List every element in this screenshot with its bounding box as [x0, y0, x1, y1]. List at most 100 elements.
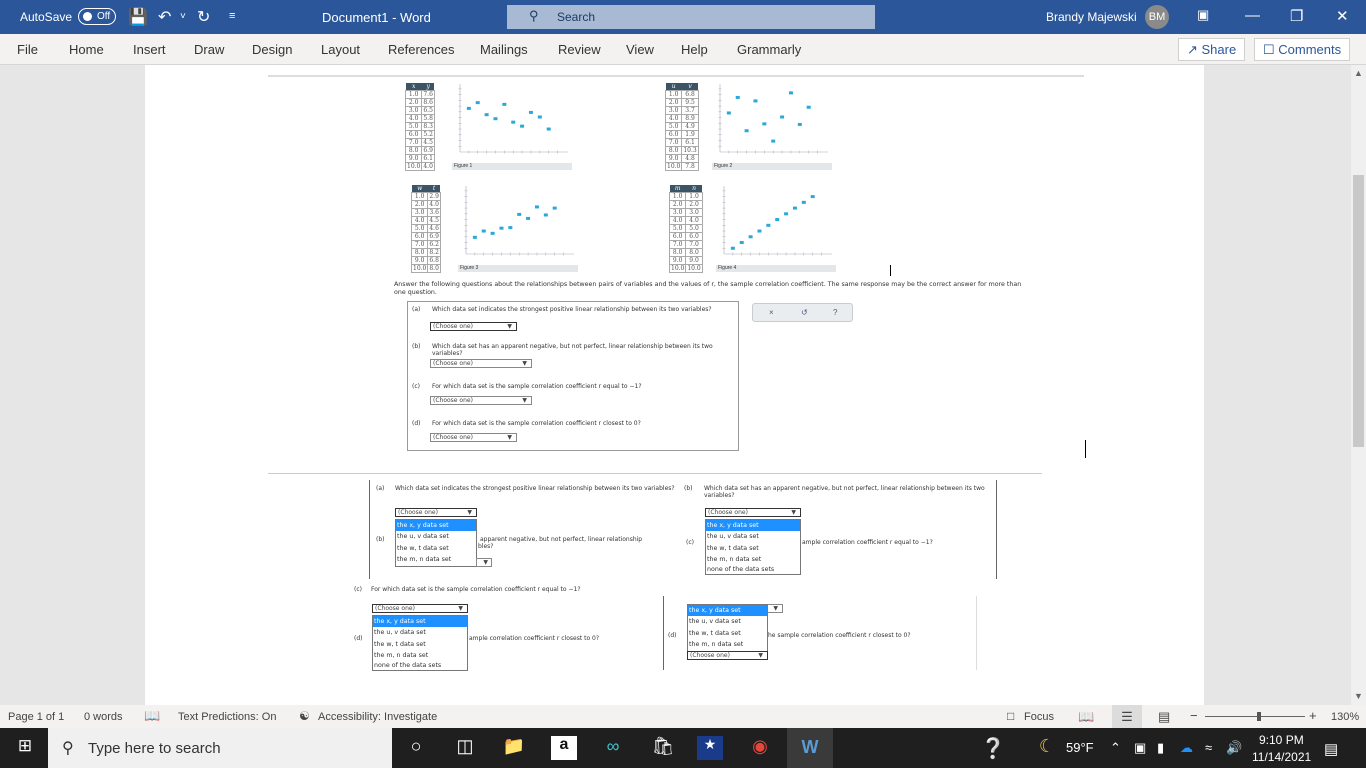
tab-view[interactable]: View: [626, 42, 654, 57]
answer-select-d[interactable]: (Choose one) ▼: [430, 433, 517, 442]
answer-select-c-open[interactable]: (Choose one) ▼: [372, 604, 468, 613]
answer-select-b-hidden[interactable]: ▼: [476, 558, 492, 567]
comments-button[interactable]: ☐ Comments: [1254, 38, 1351, 61]
answer-select-a-open[interactable]: (Choose one) ▼: [395, 508, 477, 517]
minimize-icon[interactable]: —: [1245, 7, 1260, 24]
focus-button[interactable]: Focus: [1024, 711, 1054, 723]
answer-select-d-open[interactable]: (Choose one) ▼: [687, 651, 768, 660]
zoom-out-icon[interactable]: −: [1190, 708, 1198, 723]
amazon-icon[interactable]: a: [551, 736, 577, 760]
option[interactable]: the x, y data set: [706, 520, 800, 532]
tab-insert[interactable]: Insert: [133, 42, 166, 57]
tab-review[interactable]: Review: [558, 42, 601, 57]
web-layout-icon[interactable]: ▤: [1158, 709, 1170, 725]
file-explorer-icon[interactable]: 📁: [501, 736, 527, 760]
help-tray-icon[interactable]: ❔: [980, 736, 1006, 760]
autosave-toggle[interactable]: Off: [78, 8, 116, 25]
tab-file[interactable]: File: [17, 42, 38, 57]
word-count[interactable]: 0 words: [84, 711, 123, 723]
data-point: [511, 120, 516, 124]
answer-select-b[interactable]: (Choose one) ▼: [430, 359, 532, 368]
tab-mailings[interactable]: Mailings: [480, 42, 528, 57]
option[interactable]: the x, y data set: [688, 605, 767, 617]
option[interactable]: the m, n data set: [396, 554, 476, 565]
zoom-level[interactable]: 130%: [1331, 711, 1359, 723]
battery-icon[interactable]: ▮: [1157, 740, 1164, 756]
zoom-in-icon[interactable]: +: [1309, 708, 1317, 723]
cortana-icon[interactable]: ○: [403, 736, 429, 760]
weather-temp[interactable]: 59°F: [1066, 740, 1094, 755]
help-button[interactable]: ?: [833, 308, 837, 317]
answer-select-a[interactable]: (Choose one) ▼: [430, 322, 517, 331]
tab-help[interactable]: Help: [681, 42, 708, 57]
zoom-slider[interactable]: [1205, 712, 1305, 721]
tab-design[interactable]: Design: [252, 42, 292, 57]
option[interactable]: the w, t data set: [688, 628, 767, 639]
tab-draw[interactable]: Draw: [194, 42, 224, 57]
option[interactable]: the u, v data set: [396, 531, 476, 542]
security-app-icon[interactable]: ★: [697, 736, 723, 760]
answer-select-c[interactable]: (Choose one) ▼: [430, 396, 532, 405]
undo-button[interactable]: ↺: [801, 308, 808, 317]
option[interactable]: the m, n data set: [373, 650, 467, 661]
clear-button[interactable]: ×: [769, 308, 774, 317]
onedrive-icon[interactable]: ☁: [1180, 740, 1193, 756]
option[interactable]: the m, n data set: [706, 554, 800, 565]
redo-icon[interactable]: ↻: [197, 7, 210, 27]
option[interactable]: the w, t data set: [373, 639, 467, 650]
meet-now-icon[interactable]: ▣: [1134, 740, 1146, 756]
answer-select-b-open[interactable]: (Choose one) ▼: [705, 508, 801, 517]
customize-toolbar-icon[interactable]: ≡: [229, 10, 235, 22]
text-predictions[interactable]: Text Predictions: On: [178, 711, 276, 723]
option[interactable]: none of the data sets: [706, 566, 800, 574]
accessibility-status[interactable]: Accessibility: Investigate: [318, 711, 437, 723]
option[interactable]: the u, v data set: [373, 627, 467, 638]
clock-time[interactable]: 9:10 PM: [1259, 733, 1304, 747]
option[interactable]: the x, y data set: [373, 616, 467, 628]
restore-icon[interactable]: ❐: [1290, 7, 1303, 25]
share-button[interactable]: ↗ Share: [1178, 38, 1246, 61]
option[interactable]: none of the data sets: [373, 662, 467, 670]
tab-grammarly[interactable]: Grammarly: [737, 42, 801, 57]
page-count[interactable]: Page 1 of 1: [8, 711, 64, 723]
notifications-icon[interactable]: ▤: [1324, 740, 1338, 758]
tab-home[interactable]: Home: [69, 42, 104, 57]
chrome-icon[interactable]: ◉: [747, 736, 773, 760]
option[interactable]: the w, t data set: [396, 543, 476, 554]
scroll-down-icon[interactable]: ▼: [1354, 691, 1363, 701]
infinity-app-icon[interactable]: ∞: [600, 736, 626, 760]
vertical-scrollbar[interactable]: ▲ ▼: [1351, 65, 1366, 705]
option[interactable]: the m, n data set: [688, 639, 767, 650]
volume-icon[interactable]: 🔊: [1226, 740, 1242, 756]
avatar[interactable]: BM: [1145, 5, 1169, 29]
option[interactable]: the u, v data set: [706, 531, 800, 542]
undo-dropdown-icon[interactable]: ˅: [180, 11, 186, 22]
print-layout-icon[interactable]: ☰: [1112, 705, 1142, 728]
zoom-slider-thumb[interactable]: [1257, 712, 1261, 721]
show-hidden-icons[interactable]: ⌃: [1110, 740, 1121, 756]
search-box[interactable]: ⚲ Search: [507, 5, 875, 29]
store-icon[interactable]: 🛍: [650, 736, 676, 760]
read-mode-icon[interactable]: 📖: [1078, 709, 1094, 725]
table-row: 6.0 5.2: [404, 130, 435, 139]
weather-icon[interactable]: ☾: [1034, 736, 1060, 760]
tab-layout[interactable]: Layout: [321, 42, 360, 57]
undo-icon[interactable]: ↶: [158, 7, 171, 27]
wifi-icon[interactable]: ≈: [1205, 740, 1212, 755]
clock-date[interactable]: 11/14/2021: [1252, 750, 1311, 764]
option[interactable]: the u, v data set: [688, 616, 767, 627]
proofing-icon[interactable]: 📖: [144, 708, 160, 724]
windows-start-icon[interactable]: ⊞: [12, 736, 38, 760]
save-icon[interactable]: 💾: [128, 7, 148, 27]
task-view-icon[interactable]: ◫: [452, 736, 478, 760]
taskbar-search[interactable]: ⚲ Type here to search: [48, 728, 392, 768]
word-taskbar-icon[interactable]: W: [787, 728, 833, 768]
option[interactable]: the w, t data set: [706, 543, 800, 554]
scroll-up-icon[interactable]: ▲: [1354, 68, 1363, 78]
close-icon[interactable]: ✕: [1336, 7, 1349, 25]
ribbon-display-icon[interactable]: ▣: [1197, 7, 1209, 23]
user-name[interactable]: Brandy Majewski: [1046, 10, 1137, 24]
option[interactable]: the x, y data set: [396, 520, 476, 532]
tab-references[interactable]: References: [388, 42, 454, 57]
scroll-thumb[interactable]: [1353, 175, 1364, 447]
